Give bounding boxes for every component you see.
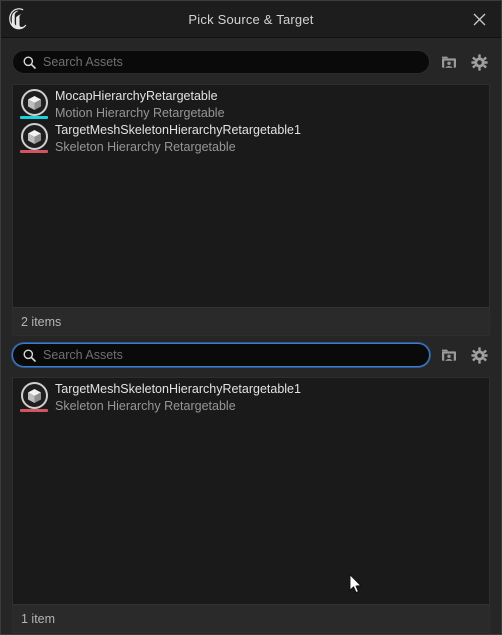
item-count-label: 1 item	[21, 611, 56, 626]
folder-icon	[441, 349, 456, 361]
list-item-text: TargetMeshSkeletonHierarchyRetargetable1…	[52, 381, 485, 414]
asset-type: Skeleton Hierarchy Retargetable	[55, 399, 236, 413]
source-search-row	[12, 47, 490, 77]
target-picker: TargetMeshSkeletonHierarchyRetargetable1…	[1, 336, 501, 633]
asset-type-accent-bar	[20, 116, 48, 119]
unreal-engine-logo-icon	[1, 1, 37, 37]
source-list-footer: 2 items	[13, 307, 489, 335]
target-asset-list[interactable]: TargetMeshSkeletonHierarchyRetargetable1…	[13, 378, 489, 604]
cube-asset-icon	[16, 381, 52, 415]
gear-icon	[470, 346, 488, 364]
asset-type-accent-bar	[20, 409, 48, 412]
source-search-box[interactable]	[12, 50, 430, 74]
target-settings-button[interactable]	[468, 344, 490, 366]
asset-name: MocapHierarchyRetargetable	[55, 89, 218, 103]
list-item[interactable]: TargetMeshSkeletonHierarchyRetargetable1…	[13, 122, 489, 156]
asset-type: Skeleton Hierarchy Retargetable	[55, 140, 236, 154]
asset-name: TargetMeshSkeletonHierarchyRetargetable1	[55, 382, 301, 396]
target-search-box[interactable]	[12, 343, 430, 367]
window-title: Pick Source & Target	[188, 11, 314, 27]
asset-type-accent-bar	[20, 150, 48, 153]
source-asset-list[interactable]: MocapHierarchyRetargetable Motion Hierar…	[13, 85, 489, 307]
source-folder-button[interactable]	[438, 51, 460, 73]
source-asset-panel: MocapHierarchyRetargetable Motion Hierar…	[12, 84, 490, 336]
target-search-row	[12, 340, 490, 370]
list-item[interactable]: MocapHierarchyRetargetable Motion Hierar…	[13, 88, 489, 122]
search-icon	[22, 55, 36, 69]
gear-icon	[470, 53, 488, 71]
close-button[interactable]	[457, 1, 501, 37]
cube-asset-icon	[16, 88, 52, 122]
list-item-text: MocapHierarchyRetargetable Motion Hierar…	[52, 88, 485, 121]
target-list-footer: 1 item	[13, 604, 489, 632]
title-bar: Pick Source & Target	[1, 1, 501, 38]
target-search-input[interactable]	[43, 344, 420, 366]
list-item-text: TargetMeshSkeletonHierarchyRetargetable1…	[52, 122, 485, 155]
cube-asset-icon	[16, 122, 52, 156]
folder-icon	[441, 56, 456, 68]
item-count-label: 2 items	[21, 314, 62, 329]
asset-name: TargetMeshSkeletonHierarchyRetargetable1	[55, 123, 301, 137]
search-icon	[22, 348, 36, 362]
dialog-body: MocapHierarchyRetargetable Motion Hierar…	[1, 38, 501, 634]
close-icon	[473, 13, 485, 25]
list-item[interactable]: TargetMeshSkeletonHierarchyRetargetable1…	[13, 381, 489, 415]
source-settings-button[interactable]	[468, 51, 490, 73]
source-search-input[interactable]	[43, 51, 420, 73]
asset-type: Motion Hierarchy Retargetable	[55, 106, 225, 120]
target-asset-panel: TargetMeshSkeletonHierarchyRetargetable1…	[12, 377, 490, 633]
source-picker: MocapHierarchyRetargetable Motion Hierar…	[1, 38, 501, 336]
target-folder-button[interactable]	[438, 344, 460, 366]
pick-source-target-dialog: Pick Source & Target Search Assets Mocap…	[0, 0, 502, 635]
